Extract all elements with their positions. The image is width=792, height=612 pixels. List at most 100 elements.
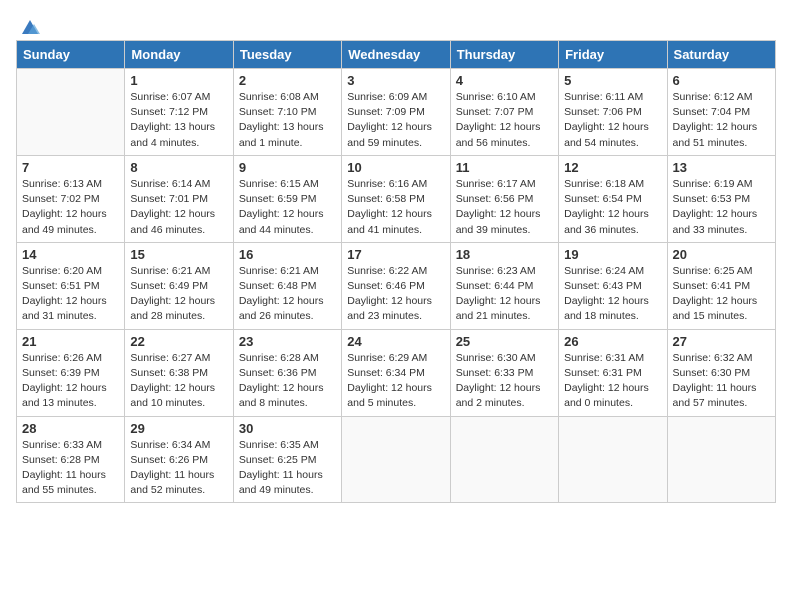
calendar-cell: 15 Sunrise: 6:21 AM Sunset: 6:49 PM Dayli… (125, 242, 233, 329)
day-number: 15 (130, 247, 227, 262)
calendar-cell: 9Sunrise: 6:15 AM Sunset: 6:59 PM Daylig… (233, 155, 341, 242)
calendar-cell: 24Sunrise: 6:29 AM Sunset: 6:34 PM Dayli… (342, 329, 450, 416)
day-number: 25 (456, 334, 553, 349)
day-info: Sunrise: 6:12 AM Sunset: 7:04 PM Dayligh… (673, 90, 770, 151)
calendar-cell: 30Sunrise: 6:35 AM Sunset: 6:25 PM Dayli… (233, 416, 341, 503)
day-info: Sunrise: 6:08 AM Sunset: 7:10 PM Dayligh… (239, 90, 336, 151)
day-info: Sunrise: 6:19 AM Sunset: 6:53 PM Dayligh… (673, 177, 770, 238)
calendar-cell: 12 Sunrise: 6:18 AM Sunset: 6:54 PM Dayli… (559, 155, 667, 242)
day-info: Sunrise: 6:23 AM Sunset: 6:44 PM Dayligh… (456, 264, 553, 325)
day-number: 19 (564, 247, 661, 262)
day-info: Sunrise: 6:25 AM Sunset: 6:41 PM Dayligh… (673, 264, 770, 325)
day-info: Sunrise: 6:21 AM Sunset: 6:48 PM Dayligh… (239, 264, 336, 325)
page-header (16, 16, 776, 32)
day-info: Sunrise: 6:09 AM Sunset: 7:09 PM Dayligh… (347, 90, 444, 151)
day-info: Sunrise: 6:22 AM Sunset: 6:46 PM Dayligh… (347, 264, 444, 325)
calendar-cell: 2 Sunrise: 6:08 AM Sunset: 7:10 PM Daylig… (233, 69, 341, 156)
calendar-cell (667, 416, 775, 503)
col-header-saturday: Saturday (667, 41, 775, 69)
calendar-cell: 20 Sunrise: 6:25 AM Sunset: 6:41 PM Dayli… (667, 242, 775, 329)
day-number: 13 (673, 160, 770, 175)
calendar-cell (450, 416, 558, 503)
day-number: 12 (564, 160, 661, 175)
col-header-friday: Friday (559, 41, 667, 69)
day-info: Sunrise: 6:14 AM Sunset: 7:01 PM Dayligh… (130, 177, 227, 238)
calendar-cell: 29 Sunrise: 6:34 AM Sunset: 6:26 PM Dayli… (125, 416, 233, 503)
calendar-cell (17, 69, 125, 156)
calendar-table: SundayMondayTuesdayWednesdayThursdayFrid… (16, 40, 776, 503)
calendar-cell: 7 Sunrise: 6:13 AM Sunset: 7:02 PM Daylig… (17, 155, 125, 242)
day-number: 24 (347, 334, 444, 349)
day-number: 14 (22, 247, 119, 262)
day-number: 10 (347, 160, 444, 175)
day-number: 26 (564, 334, 661, 349)
calendar-cell: 11 Sunrise: 6:17 AM Sunset: 6:56 PM Dayli… (450, 155, 558, 242)
day-number: 17 (347, 247, 444, 262)
day-info: Sunrise: 6:20 AM Sunset: 6:51 PM Dayligh… (22, 264, 119, 325)
col-header-sunday: Sunday (17, 41, 125, 69)
calendar-cell: 25 Sunrise: 6:30 AM Sunset: 6:33 PM Dayli… (450, 329, 558, 416)
day-number: 29 (130, 421, 227, 436)
calendar-cell: 18 Sunrise: 6:23 AM Sunset: 6:44 PM Dayli… (450, 242, 558, 329)
calendar-cell: 21 Sunrise: 6:26 AM Sunset: 6:39 PM Dayli… (17, 329, 125, 416)
day-info: Sunrise: 6:34 AM Sunset: 6:26 PM Dayligh… (130, 438, 227, 499)
day-number: 23 (239, 334, 336, 349)
day-number: 6 (673, 73, 770, 88)
day-number: 27 (673, 334, 770, 349)
day-info: Sunrise: 6:35 AM Sunset: 6:25 PM Dayligh… (239, 438, 336, 499)
day-info: Sunrise: 6:10 AM Sunset: 7:07 PM Dayligh… (456, 90, 553, 151)
calendar-cell: 3 Sunrise: 6:09 AM Sunset: 7:09 PM Daylig… (342, 69, 450, 156)
calendar-cell: 22 Sunrise: 6:27 AM Sunset: 6:38 PM Dayli… (125, 329, 233, 416)
day-info: Sunrise: 6:32 AM Sunset: 6:30 PM Dayligh… (673, 351, 770, 412)
calendar-cell: 6 Sunrise: 6:12 AM Sunset: 7:04 PM Daylig… (667, 69, 775, 156)
day-info: Sunrise: 6:16 AM Sunset: 6:58 PM Dayligh… (347, 177, 444, 238)
day-info: Sunrise: 6:26 AM Sunset: 6:39 PM Dayligh… (22, 351, 119, 412)
calendar-cell: 13 Sunrise: 6:19 AM Sunset: 6:53 PM Dayli… (667, 155, 775, 242)
calendar-cell: 4 Sunrise: 6:10 AM Sunset: 7:07 PM Daylig… (450, 69, 558, 156)
calendar-cell: 26 Sunrise: 6:31 AM Sunset: 6:31 PM Dayli… (559, 329, 667, 416)
day-info: Sunrise: 6:15 AM Sunset: 6:59 PM Dayligh… (239, 177, 336, 238)
calendar-cell: 23 Sunrise: 6:28 AM Sunset: 6:36 PM Dayli… (233, 329, 341, 416)
day-number: 20 (673, 247, 770, 262)
calendar-cell: 27 Sunrise: 6:32 AM Sunset: 6:30 PM Dayli… (667, 329, 775, 416)
day-info: Sunrise: 6:18 AM Sunset: 6:54 PM Dayligh… (564, 177, 661, 238)
day-info: Sunrise: 6:13 AM Sunset: 7:02 PM Dayligh… (22, 177, 119, 238)
day-number: 8 (130, 160, 227, 175)
day-info: Sunrise: 6:28 AM Sunset: 6:36 PM Dayligh… (239, 351, 336, 412)
day-number: 2 (239, 73, 336, 88)
day-number: 22 (130, 334, 227, 349)
calendar-cell: 28Sunrise: 6:33 AM Sunset: 6:28 PM Dayli… (17, 416, 125, 503)
calendar-cell: 1 Sunrise: 6:07 AM Sunset: 7:12 PM Daylig… (125, 69, 233, 156)
day-number: 11 (456, 160, 553, 175)
day-info: Sunrise: 6:17 AM Sunset: 6:56 PM Dayligh… (456, 177, 553, 238)
day-info: Sunrise: 6:21 AM Sunset: 6:49 PM Dayligh… (130, 264, 227, 325)
logo-icon (18, 16, 40, 38)
day-number: 1 (130, 73, 227, 88)
col-header-tuesday: Tuesday (233, 41, 341, 69)
col-header-monday: Monday (125, 41, 233, 69)
day-info: Sunrise: 6:27 AM Sunset: 6:38 PM Dayligh… (130, 351, 227, 412)
calendar-cell: 10 Sunrise: 6:16 AM Sunset: 6:58 PM Dayli… (342, 155, 450, 242)
day-number: 21 (22, 334, 119, 349)
day-number: 3 (347, 73, 444, 88)
day-number: 5 (564, 73, 661, 88)
day-info: Sunrise: 6:30 AM Sunset: 6:33 PM Dayligh… (456, 351, 553, 412)
day-number: 7 (22, 160, 119, 175)
logo (16, 16, 40, 32)
day-info: Sunrise: 6:07 AM Sunset: 7:12 PM Dayligh… (130, 90, 227, 151)
day-info: Sunrise: 6:11 AM Sunset: 7:06 PM Dayligh… (564, 90, 661, 151)
day-info: Sunrise: 6:31 AM Sunset: 6:31 PM Dayligh… (564, 351, 661, 412)
calendar-cell: 8 Sunrise: 6:14 AM Sunset: 7:01 PM Daylig… (125, 155, 233, 242)
day-number: 18 (456, 247, 553, 262)
calendar-cell (342, 416, 450, 503)
calendar-cell (559, 416, 667, 503)
col-header-wednesday: Wednesday (342, 41, 450, 69)
calendar-cell: 5 Sunrise: 6:11 AM Sunset: 7:06 PM Daylig… (559, 69, 667, 156)
calendar-cell: 14 Sunrise: 6:20 AM Sunset: 6:51 PM Dayli… (17, 242, 125, 329)
day-info: Sunrise: 6:24 AM Sunset: 6:43 PM Dayligh… (564, 264, 661, 325)
day-info: Sunrise: 6:33 AM Sunset: 6:28 PM Dayligh… (22, 438, 119, 499)
day-number: 16 (239, 247, 336, 262)
day-number: 4 (456, 73, 553, 88)
calendar-cell: 19 Sunrise: 6:24 AM Sunset: 6:43 PM Dayli… (559, 242, 667, 329)
calendar-cell: 17 Sunrise: 6:22 AM Sunset: 6:46 PM Dayli… (342, 242, 450, 329)
